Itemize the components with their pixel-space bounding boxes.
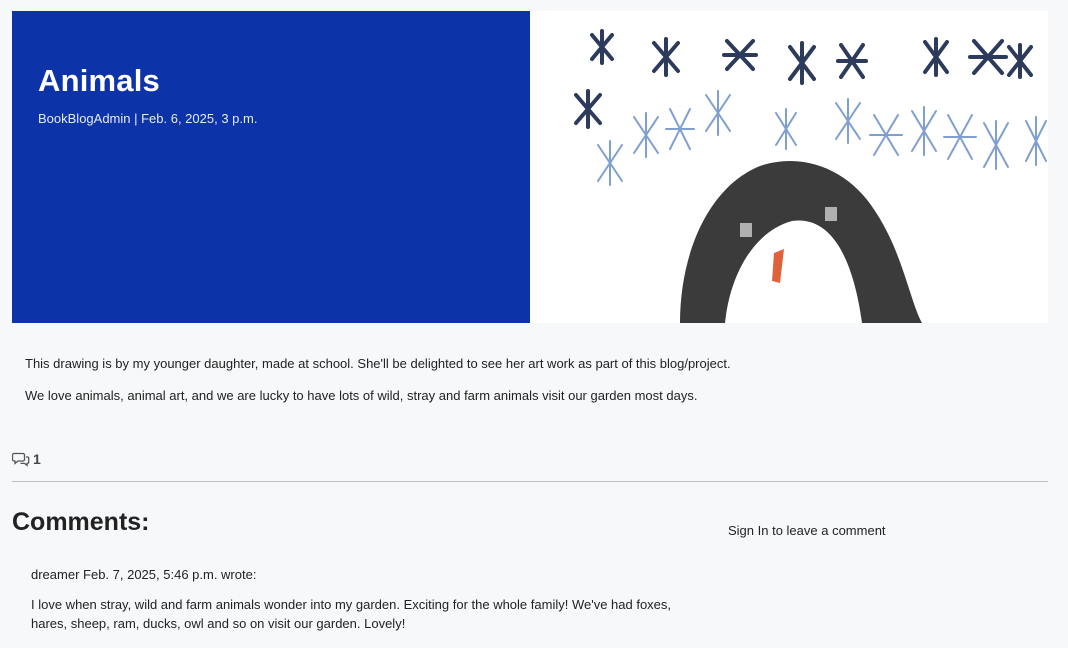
comment-count-value: 1 bbox=[33, 451, 41, 467]
comment-body: I love when stray, wild and farm animals… bbox=[31, 597, 672, 631]
section-divider bbox=[12, 481, 1048, 482]
post-featured-image bbox=[530, 11, 1048, 323]
comments-icon bbox=[12, 452, 30, 467]
post-paragraph: We love animals, animal art, and we are … bbox=[25, 388, 698, 403]
comment-header: dreamer Feb. 7, 2025, 5:46 p.m. wrote: bbox=[31, 567, 257, 582]
comment-item: dreamer Feb. 7, 2025, 5:46 p.m. wrote: I… bbox=[31, 567, 671, 633]
hero-title-panel bbox=[12, 11, 568, 323]
comment-count: 1 bbox=[12, 451, 41, 467]
post-paragraph: This drawing is by my younger daughter, … bbox=[25, 356, 731, 371]
post-title: Animals bbox=[38, 63, 160, 98]
post-hero: Animals BookBlogAdmin | Feb. 6, 2025, 3 … bbox=[12, 11, 1048, 323]
comments-heading: Comments: bbox=[12, 508, 150, 536]
post-meta: BookBlogAdmin | Feb. 6, 2025, 3 p.m. bbox=[38, 111, 258, 126]
post-content: This drawing is by my younger daughter, … bbox=[25, 355, 785, 419]
sign-in-to-comment-link[interactable]: Sign In to leave a comment bbox=[728, 523, 886, 538]
